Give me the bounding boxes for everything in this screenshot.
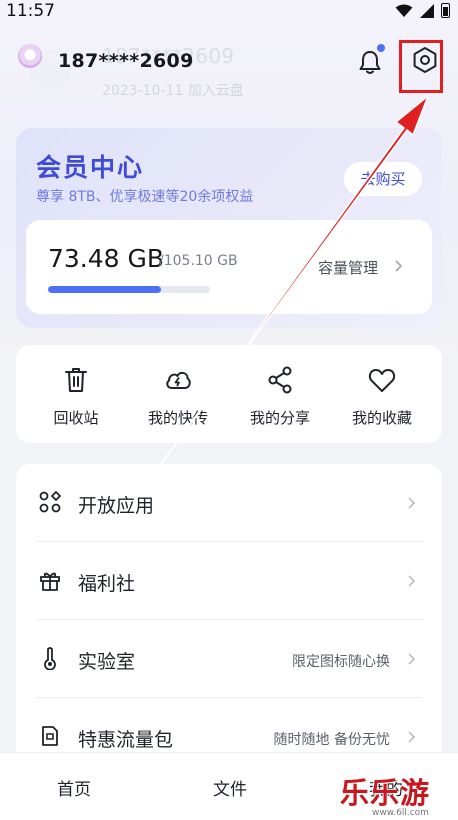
- signal-icon: [420, 3, 434, 18]
- watermark-url: www.6ll.com: [372, 808, 429, 818]
- menu-item-open-apps[interactable]: 开放应用: [16, 464, 442, 542]
- shortcut-label: 回收站: [53, 409, 99, 427]
- share-icon: [268, 366, 292, 394]
- avatar[interactable]: [18, 44, 42, 68]
- shortcut-label: 我的收藏: [351, 409, 412, 427]
- gift-icon: [40, 572, 60, 591]
- member-center-card[interactable]: 会员中心 尊享 8TB、优享极速等20余项权益 去购买 73.48 GB /10…: [16, 128, 442, 328]
- sim-card-icon: [42, 726, 58, 746]
- menu-note: 限定图标随心换: [292, 654, 390, 670]
- menu-label: 福利社: [78, 573, 136, 595]
- annotation-highlight-box: [399, 40, 443, 93]
- shortcut-recycle-bin[interactable]: 回收站: [26, 345, 126, 443]
- shortcut-quick-transfer[interactable]: 我的快传: [128, 345, 228, 443]
- menu-label: 实验室: [78, 651, 136, 673]
- storage-total: /105.10 GB: [159, 253, 238, 269]
- chevron-right-icon: [408, 497, 416, 509]
- status-time: 11:57: [6, 1, 55, 21]
- status-bar: 11:57: [0, 0, 458, 24]
- apps-icon: [39, 491, 61, 513]
- wifi-icon: [395, 4, 413, 17]
- menu-note: 随时随地 备份无忧: [273, 732, 390, 748]
- shortcut-label: 我的快传: [147, 409, 208, 427]
- site-watermark: 乐乐游戏 www.6ll.com: [340, 770, 458, 820]
- storage-manage-link[interactable]: 容量管理: [318, 257, 378, 278]
- chevron-right-icon: [408, 575, 416, 587]
- menu-label: 开放应用: [78, 495, 155, 517]
- shortcut-grid: 回收站 我的快传 我的分享 我的收藏: [16, 345, 442, 443]
- feature-menu-list: 开放应用 福利社 实验室 限定图标随心换 特惠流量包 随时随地 备份无忧: [16, 464, 442, 764]
- cloud-transfer-icon: [166, 371, 191, 389]
- storage-progress-fill: [48, 286, 162, 293]
- battery-icon: [441, 3, 450, 18]
- tab-home[interactable]: 首页: [34, 775, 114, 800]
- storage-progress-bar: [48, 286, 210, 293]
- chevron-right-icon: [408, 653, 416, 665]
- joined-date-ghost: 2023-10-11 加入云盘: [102, 83, 244, 99]
- status-icons: [395, 3, 450, 18]
- profile-header: 187****2609 2023-10-11 加入云盘 187****2609: [0, 36, 458, 99]
- storage-panel[interactable]: 73.48 GB /105.10 GB 容量管理: [26, 220, 432, 314]
- notification-dot: [377, 44, 385, 52]
- chevron-right-icon: [408, 731, 416, 743]
- user-phone[interactable]: 187****2609: [58, 50, 194, 72]
- storage-used: 73.48 GB: [48, 244, 165, 273]
- shortcut-my-favorites[interactable]: 我的收藏: [332, 345, 432, 443]
- tab-files[interactable]: 文件: [190, 775, 270, 800]
- heart-icon: [368, 369, 396, 392]
- member-center-title: 会员中心: [36, 153, 145, 182]
- shortcut-my-shares[interactable]: 我的分享: [230, 345, 330, 443]
- menu-label: 特惠流量包: [78, 729, 174, 751]
- chevron-right-icon: [395, 260, 403, 272]
- shortcut-label: 我的分享: [249, 409, 310, 427]
- menu-item-welfare[interactable]: 福利社: [16, 542, 442, 620]
- member-benefits-text: 尊享 8TB、优享极速等20余项权益: [36, 189, 254, 205]
- bell-icon[interactable]: [356, 48, 384, 76]
- buy-button[interactable]: 去购买: [344, 162, 422, 196]
- menu-item-lab[interactable]: 实验室 限定图标随心换: [16, 620, 442, 698]
- trash-icon: [65, 368, 87, 392]
- thermometer-icon: [44, 647, 56, 670]
